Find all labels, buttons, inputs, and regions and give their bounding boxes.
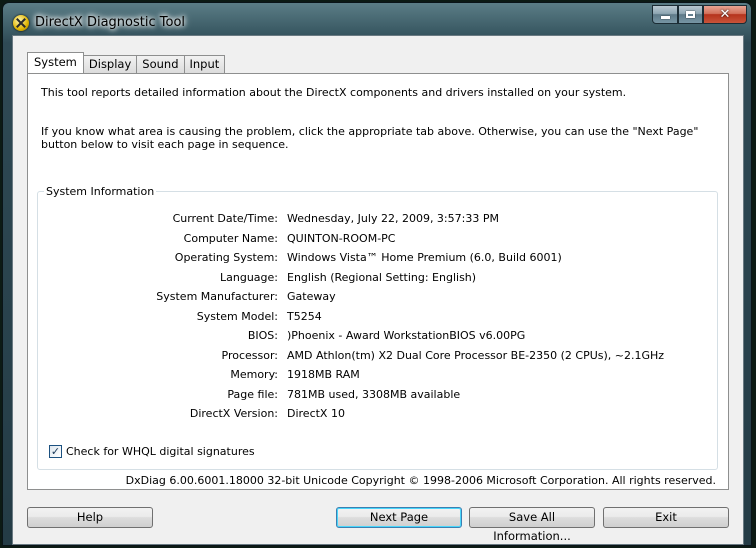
minimize-button[interactable]	[652, 5, 678, 24]
help-button[interactable]: Help	[27, 507, 153, 528]
info-row-operating-system: Operating System: Windows Vista™ Home Pr…	[38, 251, 698, 265]
info-value: Wednesday, July 22, 2009, 3:57:33 PM	[287, 212, 499, 225]
info-label: BIOS:	[247, 329, 278, 342]
info-label: System Model:	[196, 309, 278, 323]
tab-display[interactable]: Display	[82, 55, 138, 73]
info-row-memory: Memory: 1918MB RAM	[38, 368, 698, 382]
info-value: QUINTON-ROOM-PC	[287, 231, 396, 245]
info-label: Language:	[220, 270, 278, 284]
caption-buttons: ✕	[652, 5, 747, 25]
info-row-directx-version: DirectX Version: DirectX 10	[38, 407, 698, 421]
directx-app-icon	[13, 15, 29, 31]
info-label: Computer Name:	[183, 231, 278, 245]
info-label: System Manufacturer:	[156, 290, 278, 303]
maximize-icon	[686, 11, 695, 18]
checkmark-icon: ✓	[50, 445, 61, 458]
window-title: DirectX Diagnostic Tool	[35, 15, 186, 30]
info-row-computer-name: Computer Name: QUINTON-ROOM-PC	[38, 232, 698, 246]
dialog-client-area: System Display Sound Input This tool rep…	[12, 35, 744, 545]
tab-system[interactable]: System	[27, 52, 84, 73]
info-value: 781MB used, 3308MB available	[287, 387, 461, 401]
info-row-processor: Processor: AMD Athlon(tm) X2 Dual Core P…	[38, 349, 698, 363]
info-label: Current Date/Time:	[172, 212, 278, 225]
whql-checkbox[interactable]: ✓	[49, 445, 62, 458]
info-row-bios: BIOS: )Phoenix - Award WorkstationBIOS v…	[38, 329, 698, 343]
tab-sound[interactable]: Sound	[136, 55, 185, 73]
next-page-button[interactable]: Next Page	[336, 507, 462, 528]
info-value: Windows Vista™ Home Premium (6.0, Build …	[287, 251, 562, 264]
tab-strip: System Display Sound Input	[27, 52, 226, 73]
info-value: 1918MB RAM	[287, 368, 360, 381]
tab-input[interactable]: Input	[183, 55, 226, 73]
instructions-text: If you know what area is causing the pro…	[41, 125, 699, 151]
info-label: Memory:	[230, 368, 278, 381]
info-label: DirectX Version:	[189, 407, 278, 420]
exit-button[interactable]: Exit	[603, 507, 729, 528]
group-title: System Information	[44, 185, 157, 198]
system-tab-panel: This tool reports detailed information a…	[27, 73, 729, 490]
info-row-system-manufacturer: System Manufacturer: Gateway	[38, 290, 698, 304]
version-copyright-text: DxDiag 6.00.6001.18000 32-bit Unicode Co…	[125, 474, 716, 487]
info-row-language: Language: English (Regional Setting: Eng…	[38, 271, 698, 285]
info-row-date-time: Current Date/Time: Wednesday, July 22, 2…	[38, 212, 698, 226]
info-row-system-model: System Model: T5254	[38, 310, 698, 324]
info-label: Processor:	[221, 348, 279, 362]
info-row-page-file: Page file: 781MB used, 3308MB available	[38, 388, 698, 402]
dxdiag-window: DirectX Diagnostic Tool ✕ System Display…	[2, 2, 752, 546]
whql-checkbox-label[interactable]: Check for WHQL digital signatures	[66, 445, 255, 458]
info-value: DirectX 10	[287, 407, 345, 420]
info-value: English (Regional Setting: English)	[287, 270, 477, 284]
info-value: T5254	[287, 309, 322, 323]
info-value: AMD Athlon(tm) X2 Dual Core Processor BE…	[287, 348, 665, 362]
title-bar[interactable]: DirectX Diagnostic Tool ✕	[3, 3, 751, 39]
intro-text: This tool reports detailed information a…	[41, 86, 627, 99]
info-value: )Phoenix - Award WorkstationBIOS v6.00PG	[287, 329, 526, 342]
system-information-group: System Information Current Date/Time: We…	[37, 185, 718, 470]
minimize-icon	[660, 16, 670, 19]
close-button[interactable]: ✕	[703, 5, 747, 24]
info-value: Gateway	[287, 290, 336, 303]
info-label: Operating System:	[174, 251, 278, 264]
save-all-information-button[interactable]: Save All Information...	[469, 507, 595, 543]
close-icon: ✕	[719, 7, 731, 22]
maximize-button[interactable]	[678, 5, 703, 24]
info-label: Page file:	[227, 387, 278, 401]
